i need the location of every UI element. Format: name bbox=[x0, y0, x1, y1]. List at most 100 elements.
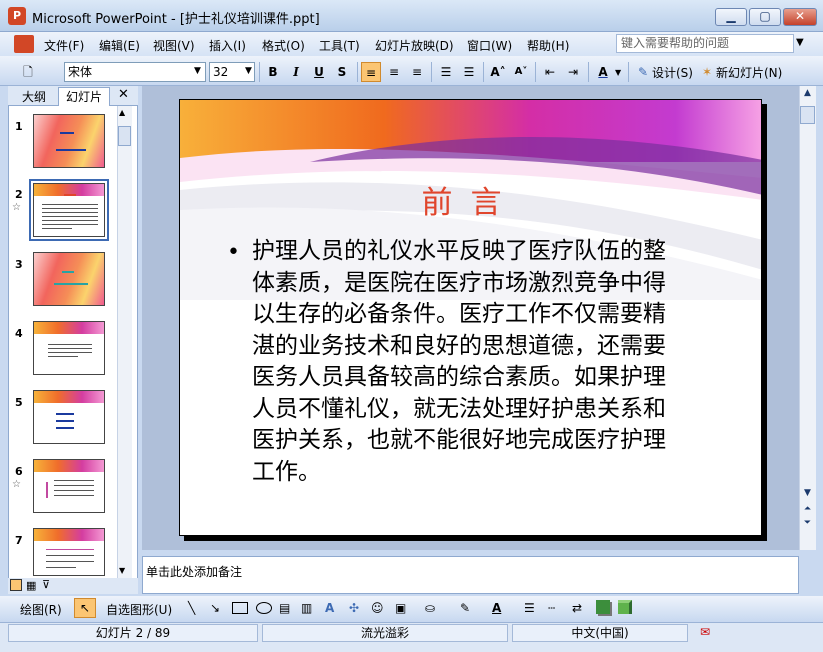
arrow-icon[interactable]: ↘ bbox=[210, 601, 220, 615]
oval-icon[interactable] bbox=[256, 602, 272, 614]
menu-edit[interactable]: 编辑(E) bbox=[99, 37, 140, 54]
menu-slideshow[interactable]: 幻灯片放映(D) bbox=[375, 37, 454, 54]
slide-thumbnail[interactable] bbox=[33, 459, 105, 513]
scroll-down-icon[interactable]: ▼ bbox=[119, 566, 125, 575]
clip-art-icon[interactable]: ☺ bbox=[371, 601, 384, 615]
line-icon[interactable]: ╲ bbox=[188, 601, 195, 615]
body-line: 工作。 bbox=[252, 458, 321, 485]
new-document-icon[interactable]: 🗋 bbox=[18, 62, 38, 82]
toolbar-separator bbox=[535, 62, 536, 82]
menu-tools[interactable]: 工具(T) bbox=[319, 37, 360, 54]
window-title: Microsoft PowerPoint - [护士礼仪培训课件.ppt] bbox=[32, 12, 320, 27]
star-icon: ☆ bbox=[12, 479, 21, 490]
previous-slide-icon[interactable]: ⏶ bbox=[800, 504, 815, 514]
autoshapes-button[interactable]: 自选图形(U) bbox=[106, 601, 172, 618]
menu-view[interactable]: 视图(V) bbox=[153, 37, 195, 54]
maximize-button[interactable]: ▢ bbox=[749, 8, 781, 26]
slide-thumbnail[interactable] bbox=[33, 528, 105, 576]
thumbnail-scrollbar[interactable] bbox=[117, 106, 132, 578]
tab-slides[interactable]: 幻灯片 bbox=[58, 87, 110, 106]
fill-color-icon[interactable]: ⛀ bbox=[425, 601, 435, 615]
slide-thumbnail[interactable] bbox=[33, 114, 105, 168]
body-line: 医护关系，也就不能很好地完成医疗护理 bbox=[252, 427, 666, 453]
bullets-icon[interactable]: ☰ bbox=[459, 62, 479, 82]
body-line: 以生存的必备条件。医疗工作不仅需要精 bbox=[252, 301, 666, 327]
align-center-icon[interactable]: ≡ bbox=[384, 62, 404, 82]
design-icon[interactable]: ✎ bbox=[633, 62, 653, 82]
diagram-icon[interactable]: ✣ bbox=[349, 601, 359, 615]
increase-font-icon[interactable]: A˄ bbox=[488, 62, 508, 82]
normal-view-icon[interactable] bbox=[10, 579, 22, 591]
text-box-icon[interactable]: ▤ bbox=[279, 601, 290, 615]
scrollbar-thumb[interactable] bbox=[118, 126, 131, 146]
close-button[interactable]: ✕ bbox=[783, 8, 817, 26]
slide-number: 2 bbox=[15, 188, 23, 201]
numbering-icon[interactable]: ☰ bbox=[436, 62, 456, 82]
menu-format[interactable]: 格式(O) bbox=[262, 37, 305, 54]
vertical-text-box-icon[interactable]: ▥ bbox=[301, 601, 312, 615]
slideshow-icon[interactable]: ⊽ bbox=[42, 578, 50, 591]
powerpoint-app-icon[interactable]: P bbox=[8, 7, 26, 25]
decrease-indent-icon[interactable]: ⇤ bbox=[540, 62, 560, 82]
draw-menu-button[interactable]: 绘图(R) bbox=[20, 601, 62, 618]
chevron-down-icon[interactable]: ▼ bbox=[615, 68, 621, 77]
menu-help[interactable]: 帮助(H) bbox=[527, 37, 569, 54]
slide-thumbnail-selected[interactable] bbox=[29, 179, 109, 241]
wordart-icon[interactable]: A bbox=[325, 601, 334, 615]
line-color-icon[interactable]: ✎ bbox=[460, 601, 470, 615]
font-name-select[interactable]: 宋体 bbox=[64, 62, 206, 82]
font-color-icon[interactable]: A bbox=[593, 62, 613, 82]
doc-icon[interactable] bbox=[14, 35, 34, 53]
scroll-down-icon[interactable]: ▼ bbox=[800, 488, 815, 498]
scroll-up-icon[interactable]: ▲ bbox=[800, 88, 815, 98]
arrow-style-icon[interactable]: ⇄ bbox=[572, 601, 582, 615]
slide-title[interactable]: 前言 bbox=[179, 177, 762, 222]
chevron-down-icon[interactable]: ▼ bbox=[245, 66, 252, 76]
menu-file[interactable]: 文件(F) bbox=[44, 37, 84, 54]
select-pointer-icon[interactable]: ↖ bbox=[74, 598, 96, 618]
font-color-icon[interactable]: A bbox=[492, 601, 501, 615]
dash-style-icon[interactable]: ┄ bbox=[548, 601, 555, 615]
spelling-check-icon[interactable]: ✉ bbox=[700, 625, 710, 639]
menu-window[interactable]: 窗口(W) bbox=[467, 37, 512, 54]
decrease-font-icon[interactable]: A˅ bbox=[511, 62, 531, 82]
body-line: 湛的业务技术和良好的思想道德，还需要 bbox=[252, 332, 666, 359]
toolbar-separator bbox=[357, 62, 358, 82]
3d-style-icon[interactable] bbox=[618, 600, 632, 614]
toolbar-separator bbox=[431, 62, 432, 82]
slide-thumbnail[interactable] bbox=[33, 390, 105, 444]
body-line: 人员不懂礼仪，就无法处理好护患关系和 bbox=[252, 395, 666, 422]
underline-button[interactable]: U bbox=[309, 62, 329, 82]
italic-button[interactable]: I bbox=[286, 62, 306, 82]
chevron-down-icon[interactable]: ▼ bbox=[194, 66, 201, 76]
help-search-input[interactable]: 键入需要帮助的问题 bbox=[616, 34, 794, 53]
rectangle-icon[interactable] bbox=[232, 602, 248, 614]
scrollbar-thumb[interactable] bbox=[800, 106, 815, 124]
minimize-button[interactable]: ▁ bbox=[715, 8, 747, 26]
new-slide-button[interactable]: 新幻灯片(N) bbox=[716, 64, 782, 81]
slide-scrollbar[interactable] bbox=[799, 86, 816, 550]
shadow-button[interactable]: S bbox=[332, 62, 352, 82]
slide-number: 7 bbox=[15, 534, 23, 547]
increase-indent-icon[interactable]: ⇥ bbox=[563, 62, 583, 82]
scroll-up-icon[interactable]: ▲ bbox=[119, 108, 125, 117]
line-style-icon[interactable]: ☰ bbox=[524, 601, 535, 615]
design-button[interactable]: 设计(S) bbox=[652, 64, 693, 81]
next-slide-icon[interactable]: ⏷ bbox=[800, 518, 815, 528]
shadow-style-icon[interactable] bbox=[596, 600, 610, 614]
slide-body[interactable]: 护理人员的礼仪水平反映了医疗队伍的整 体素质，是医院在医疗市场激烈竞争中得 以生… bbox=[252, 236, 732, 488]
slide-thumbnail[interactable] bbox=[33, 252, 105, 306]
bold-button[interactable]: B bbox=[263, 62, 283, 82]
align-left-icon[interactable]: ≡ bbox=[361, 62, 381, 82]
menu-insert[interactable]: 插入(I) bbox=[209, 37, 246, 54]
language-status: 中文(中国) bbox=[512, 624, 688, 642]
slide-thumbnail[interactable] bbox=[33, 321, 105, 375]
tab-outline[interactable]: 大纲 bbox=[22, 88, 46, 105]
new-slide-icon[interactable]: ✶ bbox=[697, 62, 717, 82]
slide-sorter-icon[interactable]: ▦ bbox=[26, 579, 36, 592]
align-right-icon[interactable]: ≡ bbox=[407, 62, 427, 82]
picture-icon[interactable]: ▣ bbox=[395, 601, 406, 615]
notes-placeholder[interactable]: 单击此处添加备注 bbox=[146, 563, 242, 580]
chevron-down-icon[interactable]: ▼ bbox=[796, 37, 804, 48]
close-icon[interactable]: ✕ bbox=[118, 87, 129, 102]
